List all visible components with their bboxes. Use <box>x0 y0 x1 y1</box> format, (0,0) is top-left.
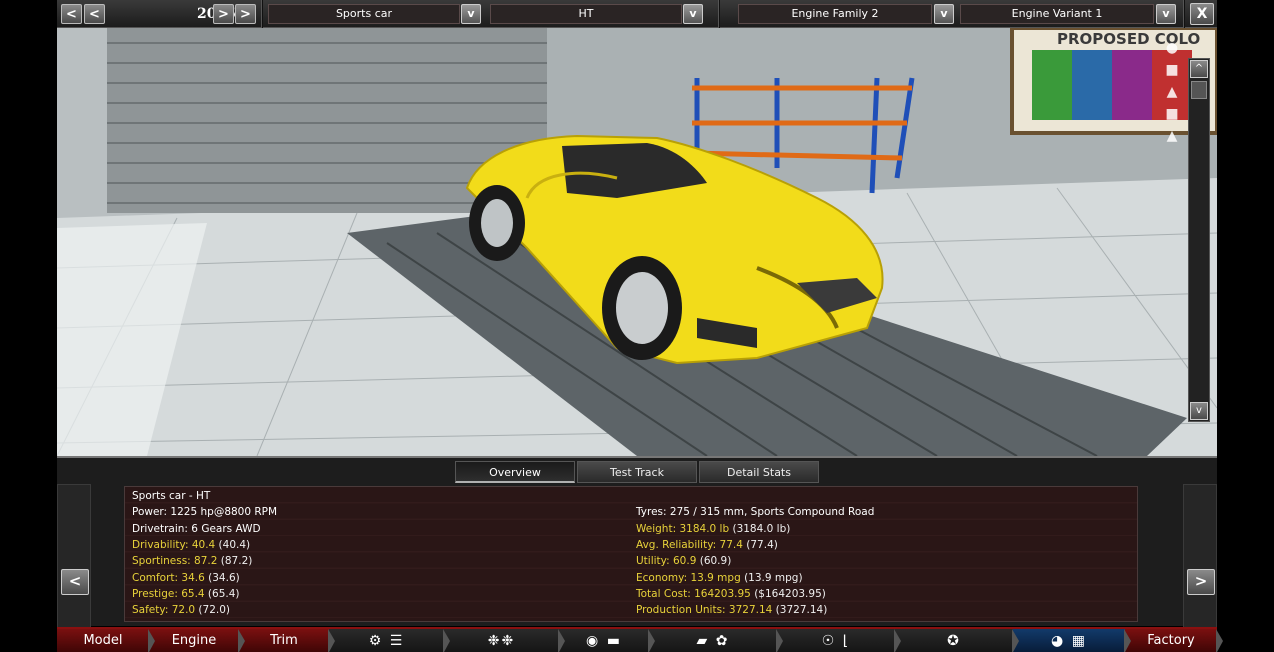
camera-view-icon-2[interactable]: ■ <box>1157 62 1187 78</box>
nav-body[interactable]: ▰ ✿ <box>649 629 783 652</box>
camera-view-icon-4[interactable]: ■ <box>1157 106 1187 122</box>
scroll-up-button[interactable]: ^ <box>1190 60 1208 78</box>
garage-scene: PROPOSED COLO <box>57 28 1217 456</box>
camera-view-icon-3[interactable]: ▲ <box>1157 84 1187 100</box>
engine-variant-dropdown[interactable]: Engine Variant 1 <box>960 4 1154 24</box>
year-prev-prev-button[interactable]: < <box>61 4 82 24</box>
stat-row: Tyres: 275 / 315 mm, Sports Compound Roa… <box>636 506 875 518</box>
nav-model[interactable]: Model <box>57 629 155 652</box>
stat-row: Weight: 3184.0 lb (3184.0 lb) <box>636 523 791 535</box>
stat-row: Power: 1225 hp@8800 RPM <box>132 506 278 518</box>
scroll-thumb[interactable] <box>1191 81 1207 99</box>
stat-row: Prestige: 65.4 (65.4) <box>132 588 240 600</box>
tab-detail-stats[interactable]: Detail Stats <box>699 461 819 483</box>
camera-view-icon-5[interactable]: ▲ <box>1157 128 1187 144</box>
stats-tabs: Overview Test Track Detail Stats <box>455 461 821 483</box>
stat-row: Production Units: 3727.14 (3727.14) <box>636 604 828 616</box>
stat-row: Avg. Reliability: 77.4 (77.4) <box>636 539 778 551</box>
stat-row: Drivetrain: 6 Gears AWD <box>132 523 261 535</box>
gauge-flag-icon: ◕ ▦ <box>1051 633 1087 649</box>
stat-row: Utility: 60.9 (60.9) <box>636 555 732 567</box>
car-body-icon: ▰ ✿ <box>696 633 730 649</box>
nav-gearbox[interactable]: ⚙ ☰ <box>329 629 450 652</box>
panel-left-gutter: < <box>57 484 91 628</box>
stat-row: Comfort: 34.6 (34.6) <box>132 572 240 584</box>
design-stage-nav: Model Engine Trim ⚙ ☰ ❉❉ ◉ ▬ ▰ ✿ ☉ ⌊ ✪ ◕… <box>57 627 1223 652</box>
nav-trim[interactable]: Trim <box>239 629 335 652</box>
stats-panel: Overview Test Track Detail Stats < > Spo… <box>57 456 1217 628</box>
model-dropdown[interactable]: Sports car <box>268 4 460 24</box>
camera-view-icon-1[interactable]: ● <box>1157 40 1187 56</box>
nav-wheels[interactable]: ❉❉ <box>444 629 565 652</box>
car-3d-viewport[interactable]: PROPOSED COLO ● ■ ▲ ■ ▲ ^ v <box>57 28 1217 456</box>
tab-test-track[interactable]: Test Track <box>577 461 697 483</box>
chassis-icon: ◉ ▬ <box>586 633 622 649</box>
top-toolbar: < < 2015 > > Sports car v HT v Engine Fa… <box>57 0 1217 28</box>
scroll-down-button[interactable]: v <box>1190 402 1208 420</box>
gear-shift-icon: ⚙ ☰ <box>368 633 405 649</box>
nav-factory[interactable]: Factory <box>1125 629 1223 652</box>
year-next-next-button[interactable]: > <box>235 4 256 24</box>
next-arrow-button[interactable]: > <box>1187 569 1215 595</box>
stat-row: Economy: 13.9 mpg (13.9 mpg) <box>636 572 803 584</box>
nav-testing[interactable]: ◕ ▦ <box>1013 629 1131 652</box>
year-next-button[interactable]: > <box>213 4 234 24</box>
tab-overview[interactable]: Overview <box>455 461 575 483</box>
view-scrollbar[interactable]: ^ v <box>1188 58 1210 422</box>
nav-engine[interactable]: Engine <box>149 629 245 652</box>
overview-stats: Sports car - HT Power: 1225 hp@8800 RPM … <box>124 486 1138 622</box>
stat-row: Drivability: 40.4 (40.4) <box>132 539 251 551</box>
nav-chassis[interactable]: ◉ ▬ <box>559 629 655 652</box>
close-button[interactable]: X <box>1190 3 1214 25</box>
trim-dropdown-arrow[interactable]: v <box>683 4 703 24</box>
stat-row: Sports car - HT <box>132 490 211 502</box>
trim-dropdown[interactable]: HT <box>490 4 682 24</box>
stat-row: Safety: 72.0 (72.0) <box>132 604 231 616</box>
panel-right-gutter: > <box>1183 484 1217 628</box>
camera-view-icons: ● ■ ▲ ■ ▲ <box>1157 40 1187 144</box>
stat-row: Total Cost: 164203.95 ($164203.95) <box>636 588 826 600</box>
spring-icon: ✪ <box>947 633 961 649</box>
steering-wheel-icon: ☉ ⌊ <box>821 633 851 649</box>
wheel-icon: ❉❉ <box>487 633 516 649</box>
model-dropdown-arrow[interactable]: v <box>461 4 481 24</box>
year-prev-button[interactable]: < <box>84 4 105 24</box>
engine-variant-dropdown-arrow[interactable]: v <box>1156 4 1176 24</box>
nav-interior[interactable]: ☉ ⌊ <box>777 629 901 652</box>
engine-family-dropdown[interactable]: Engine Family 2 <box>738 4 932 24</box>
nav-tuning[interactable]: ✪ <box>895 629 1019 652</box>
prev-arrow-button[interactable]: < <box>61 569 89 595</box>
stat-row: Sportiness: 87.2 (87.2) <box>132 555 253 567</box>
engine-family-dropdown-arrow[interactable]: v <box>934 4 954 24</box>
